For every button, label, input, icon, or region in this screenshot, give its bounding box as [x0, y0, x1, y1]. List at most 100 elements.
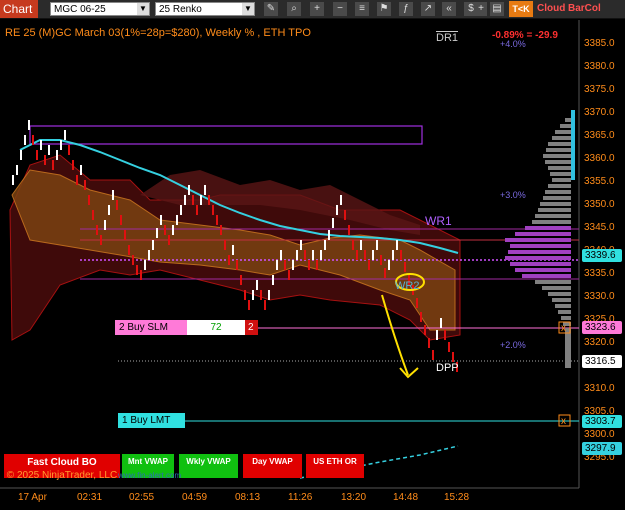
price-tick: 3335.0	[584, 268, 615, 279]
renko-brick	[144, 260, 146, 270]
renko-brick	[232, 245, 234, 255]
price-tick: 3375.0	[584, 84, 615, 95]
renko-brick	[396, 240, 398, 250]
renko-brick	[12, 175, 14, 185]
renko-brick	[56, 150, 58, 160]
renko-brick	[160, 215, 162, 225]
renko-brick	[184, 195, 186, 205]
time-tick: 11:26	[288, 492, 313, 503]
renko-brick	[224, 240, 226, 250]
renko-brick	[88, 195, 90, 205]
pct-low-label: +2.0%	[500, 340, 526, 350]
time-tick: 14:48	[393, 492, 419, 503]
dpp-label: DPP	[436, 362, 459, 374]
sell-order-price[interactable]: 72	[187, 320, 245, 335]
renko-brick	[148, 250, 150, 260]
renko-brick	[220, 225, 222, 235]
renko-brick	[188, 185, 190, 195]
renko-brick	[156, 228, 158, 238]
day-vwap-button[interactable]: Day VWAP	[243, 454, 302, 478]
renko-brick	[228, 255, 230, 265]
renko-brick	[20, 150, 22, 160]
renko-brick	[380, 255, 382, 265]
price-label-buy-order: 3303.7	[582, 415, 622, 428]
renko-brick	[428, 338, 430, 348]
us-eth-or-button[interactable]: US ETH OR	[306, 454, 364, 478]
time-tick: 17 Apr	[18, 492, 47, 503]
renko-brick	[436, 330, 438, 340]
renko-brick	[52, 160, 54, 170]
renko-brick	[252, 290, 254, 300]
renko-brick	[28, 120, 30, 130]
price-tick: 3360.0	[584, 153, 615, 164]
renko-brick	[292, 260, 294, 270]
renko-brick	[356, 250, 358, 260]
renko-brick	[368, 260, 370, 270]
renko-brick	[100, 235, 102, 245]
renko-brick	[312, 250, 314, 260]
price-tick: 3355.0	[584, 176, 615, 187]
renko-brick	[240, 275, 242, 285]
sell-order-qty[interactable]: 2	[245, 320, 258, 335]
renko-brick	[96, 225, 98, 235]
renko-brick	[444, 330, 446, 340]
renko-brick	[376, 240, 378, 250]
renko-brick	[400, 250, 402, 260]
renko-brick	[80, 165, 82, 175]
renko-brick	[104, 220, 106, 230]
price-tick: 3320.0	[584, 337, 615, 348]
sell-order-label[interactable]: 2 Buy SLM	[115, 320, 187, 335]
renko-brick	[72, 160, 74, 170]
supply-zone-box	[29, 125, 423, 145]
copyright-text: © 2025 NinjaTrader, LLC	[6, 470, 118, 481]
price-label-poc: 3339.6	[582, 249, 622, 262]
renko-brick	[424, 325, 426, 335]
renko-brick	[92, 210, 94, 220]
renko-brick	[452, 352, 454, 362]
renko-brick	[308, 260, 310, 270]
price-tick: 3310.0	[584, 383, 615, 394]
renko-brick	[200, 195, 202, 205]
fast-cloud-button[interactable]: Fast Cloud BO © 2025 NinjaTrader, LLC	[4, 454, 120, 481]
renko-brick	[216, 215, 218, 225]
renko-brick	[372, 250, 374, 260]
price-tick: 3350.0	[584, 199, 615, 210]
renko-brick	[60, 140, 62, 150]
renko-brick	[364, 250, 366, 260]
price-label-indicator: 3297.9	[582, 442, 622, 455]
svg-text:x: x	[561, 323, 566, 334]
renko-brick	[332, 218, 334, 228]
renko-brick	[108, 205, 110, 215]
time-tick: 13:20	[341, 492, 367, 503]
renko-brick	[120, 215, 122, 225]
renko-brick	[284, 260, 286, 270]
renko-brick	[304, 250, 306, 260]
renko-brick	[432, 350, 434, 360]
renko-brick	[112, 190, 114, 200]
wr1-label: WR1	[425, 214, 452, 228]
renko-brick	[24, 135, 26, 145]
renko-brick	[416, 298, 418, 308]
renko-brick	[180, 205, 182, 215]
wr2-label: WR2	[395, 280, 420, 292]
renko-brick	[352, 240, 354, 250]
renko-brick	[404, 262, 406, 272]
pct-top-label: +4.0%	[500, 39, 526, 49]
price-label-last: 3316.5	[582, 355, 622, 368]
renko-brick	[280, 250, 282, 260]
renko-brick	[328, 230, 330, 240]
renko-brick	[48, 145, 50, 155]
buy-order-label[interactable]: 1 Buy LMT	[118, 413, 185, 428]
price-chart[interactable]: x x	[0, 0, 625, 510]
renko-brick	[84, 180, 86, 190]
renko-brick	[16, 165, 18, 175]
renko-brick	[176, 215, 178, 225]
renko-brick	[68, 145, 70, 155]
renko-brick	[256, 280, 258, 290]
renko-brick	[360, 240, 362, 250]
renko-brick	[324, 240, 326, 250]
renko-brick	[132, 255, 134, 265]
wkly-vwap-button[interactable]: Wkly VWAP	[179, 454, 238, 478]
renko-brick	[344, 210, 346, 220]
price-tick: 3365.0	[584, 130, 615, 141]
